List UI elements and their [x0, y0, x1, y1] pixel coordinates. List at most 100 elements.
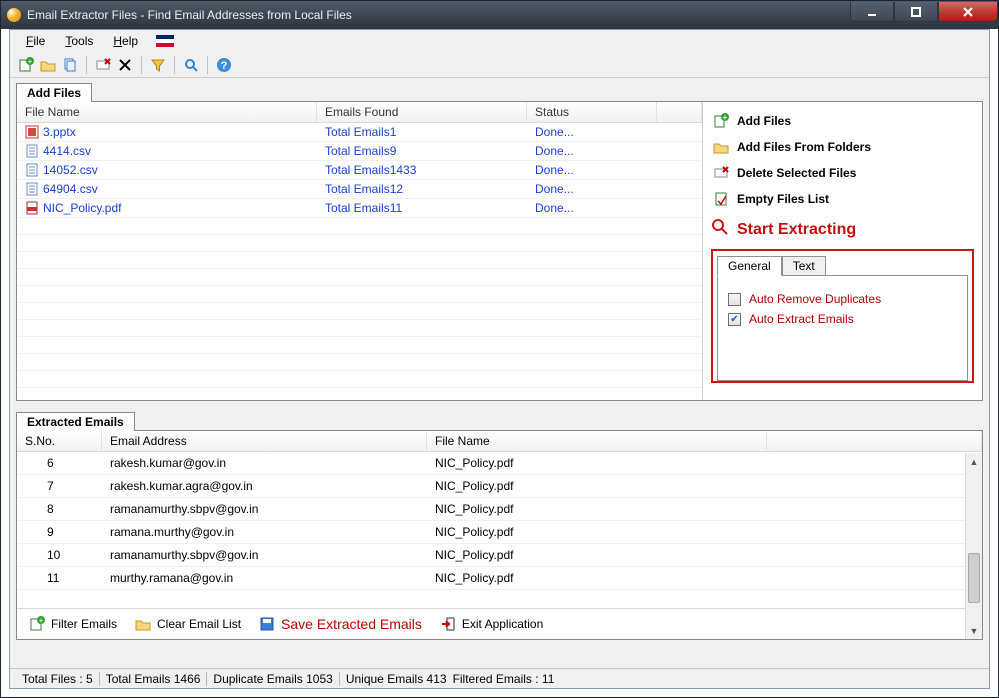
vertical-scrollbar[interactable]: ▲ ▼: [965, 453, 982, 639]
svg-text:+: +: [723, 113, 728, 122]
table-row[interactable]: 3.pptxTotal Emails1Done...: [17, 123, 702, 142]
col-emails-found[interactable]: Emails Found: [317, 102, 527, 122]
files-grid-header: File Name Emails Found Status: [17, 102, 702, 123]
menu-tools[interactable]: Tools: [57, 32, 101, 50]
save-extracted-emails-button[interactable]: Save Extracted Emails: [253, 614, 428, 634]
table-row[interactable]: 4414.csvTotal Emails9Done...: [17, 142, 702, 161]
exit-application-button[interactable]: Exit Application: [434, 614, 549, 634]
files-grid-body[interactable]: 3.pptxTotal Emails1Done...4414.csvTotal …: [17, 123, 702, 401]
col-file-name[interactable]: File Name: [427, 431, 767, 451]
scroll-up-icon[interactable]: ▲: [966, 453, 982, 470]
status-cell: Done...: [527, 180, 657, 198]
toolbar-add-folder-icon[interactable]: [38, 55, 58, 75]
clear-email-list-label: Clear Email List: [157, 617, 241, 631]
emails-found-cell: Total Emails1: [317, 123, 527, 141]
file-name-cell: 14052.csv: [43, 163, 98, 177]
side-add-files-label: Add Files: [737, 114, 791, 128]
emails-found-cell: Total Emails1433: [317, 161, 527, 179]
lang-flag-icon[interactable]: [156, 35, 174, 47]
empty-list-icon: [713, 191, 729, 207]
table-row[interactable]: 14052.csv Total Emails1433Done...: [17, 161, 702, 180]
checkbox-icon: [728, 293, 741, 306]
tab-extracted-emails[interactable]: Extracted Emails: [16, 412, 135, 431]
sno-cell: 10: [17, 544, 102, 566]
filter-emails-button[interactable]: + Filter Emails: [23, 614, 123, 634]
table-row[interactable]: 8ramanamurthy.sbpv@gov.inNIC_Policy.pdf: [17, 498, 982, 521]
emails-found-cell: Total Emails12: [317, 180, 527, 198]
clear-email-list-button[interactable]: Clear Email List: [129, 614, 247, 634]
table-row[interactable]: 7rakesh.kumar.agra@gov.inNIC_Policy.pdf: [17, 475, 982, 498]
empty-row: [17, 388, 702, 401]
opt-remove-duplicates-label: Auto Remove Duplicates: [749, 292, 881, 306]
emails-grid-header: S.No. Email Address File Name: [17, 431, 982, 452]
opt-remove-duplicates[interactable]: Auto Remove Duplicates: [728, 292, 957, 306]
status-cell: Done...: [527, 142, 657, 160]
emails-found-cell: Total Emails11: [317, 199, 527, 217]
toolbar-add-files-icon[interactable]: +: [16, 55, 36, 75]
side-add-files[interactable]: + Add Files: [711, 108, 974, 134]
files-grid: File Name Emails Found Status 3.pptx Tota…: [17, 102, 702, 400]
tab-general[interactable]: General: [717, 256, 782, 276]
empty-row: [17, 320, 702, 337]
checkbox-checked-icon: ✔: [728, 313, 741, 326]
toolbar-search-icon[interactable]: [181, 55, 201, 75]
toolbar-help-icon[interactable]: ?: [214, 55, 234, 75]
menu-help[interactable]: Help: [105, 32, 146, 50]
emails-grid-body[interactable]: 6rakesh.kumar@gov.inNIC_Policy.pdf7rakes…: [17, 452, 982, 608]
toolbar-copy-icon[interactable]: [60, 55, 80, 75]
file-cell: NIC_Policy.pdf: [427, 567, 767, 589]
start-extracting-button[interactable]: Start Extracting: [711, 218, 974, 241]
minimize-button[interactable]: [850, 2, 894, 22]
maximize-button[interactable]: [894, 2, 938, 22]
close-button[interactable]: [938, 2, 998, 22]
table-row[interactable]: 9ramana.murthy@gov.inNIC_Policy.pdf: [17, 521, 982, 544]
file-type-icon: [25, 144, 39, 158]
tab-add-files[interactable]: Add Files: [16, 83, 92, 102]
table-row[interactable]: 6rakesh.kumar@gov.inNIC_Policy.pdf: [17, 452, 982, 475]
empty-row: [17, 252, 702, 269]
toolbar-separator: [174, 56, 175, 74]
file-type-icon: [25, 182, 39, 196]
tab-text[interactable]: Text: [782, 256, 826, 276]
col-status[interactable]: Status: [527, 102, 657, 122]
emails-found-cell: Total Emails9: [317, 142, 527, 160]
status-cell: Done...: [527, 161, 657, 179]
toolbar-filter-icon[interactable]: [148, 55, 168, 75]
file-cell: NIC_Policy.pdf: [427, 498, 767, 520]
file-name-cell: 64904.csv: [43, 182, 98, 196]
sno-cell: 8: [17, 498, 102, 520]
table-row[interactable]: 10ramanamurthy.sbpv@gov.inNIC_Policy.pdf: [17, 544, 982, 567]
opt-auto-extract[interactable]: ✔ Auto Extract Emails: [728, 312, 957, 326]
toolbar-delete-selected-icon[interactable]: [93, 55, 113, 75]
empty-row: [17, 371, 702, 388]
table-row[interactable]: NIC_Policy.pdfTotal Emails11Done...: [17, 199, 702, 218]
side-empty-list[interactable]: Empty Files List: [711, 186, 974, 212]
scroll-down-icon[interactable]: ▼: [966, 622, 982, 639]
status-total-files: Total Files : 5: [16, 672, 99, 686]
side-delete-selected-label: Delete Selected Files: [737, 166, 856, 180]
side-delete-selected[interactable]: Delete Selected Files: [711, 160, 974, 186]
toolbar-separator: [141, 56, 142, 74]
scroll-thumb[interactable]: [968, 553, 980, 603]
side-add-folders[interactable]: Add Files From Folders: [711, 134, 974, 160]
titlebar[interactable]: Email Extractor Files - Find Email Addre…: [1, 1, 998, 29]
toolbar-delete-icon[interactable]: [115, 55, 135, 75]
extracted-emails-panel: S.No. Email Address File Name 6rakesh.ku…: [16, 430, 983, 640]
table-row[interactable]: 11murthy.ramana@gov.inNIC_Policy.pdf: [17, 567, 982, 590]
clear-icon: [135, 616, 151, 632]
table-row[interactable]: 64904.csv Total Emails12Done...: [17, 180, 702, 199]
extracted-emails-section: Extracted Emails S.No. Email Address Fil…: [16, 411, 983, 666]
window-controls: [850, 2, 998, 22]
file-name-cell: 3.pptx: [43, 125, 76, 139]
file-type-icon: [25, 125, 39, 139]
col-file-name[interactable]: File Name: [17, 102, 317, 122]
filter-icon: +: [29, 616, 45, 632]
col-email[interactable]: Email Address: [102, 431, 427, 451]
status-filtered-emails: Filtered Emails : 11: [447, 672, 561, 686]
start-extracting-label: Start Extracting: [737, 221, 856, 239]
delete-selected-icon: [713, 165, 729, 181]
app-window: Email Extractor Files - Find Email Addre…: [0, 0, 999, 698]
col-sno[interactable]: S.No.: [17, 431, 102, 451]
menu-file[interactable]: File: [18, 32, 53, 50]
status-total-emails: Total Emails 1466: [99, 672, 207, 686]
